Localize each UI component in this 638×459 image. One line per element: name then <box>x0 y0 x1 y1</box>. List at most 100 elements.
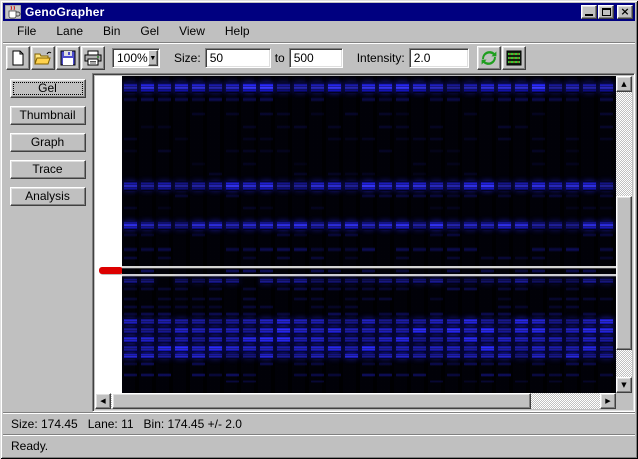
gel-band <box>464 380 477 383</box>
sidebar-button-thumbnail[interactable]: Thumbnail <box>10 106 86 125</box>
gel-band <box>362 194 375 198</box>
gel-band <box>243 312 256 316</box>
sidebar-button-trace[interactable]: Trace <box>10 160 86 179</box>
refresh-button[interactable] <box>477 46 501 70</box>
gel-band <box>192 112 205 116</box>
gel-band <box>396 181 409 191</box>
maximize-button[interactable] <box>598 5 614 19</box>
gel-band <box>515 318 528 325</box>
gel-band <box>532 162 545 166</box>
gel-band <box>294 327 307 334</box>
chevron-down-icon[interactable]: ▼ <box>148 50 158 66</box>
gel-band <box>396 278 409 284</box>
gel-band <box>498 181 511 191</box>
scroll-up-arrow-icon[interactable]: ▲ <box>616 76 632 92</box>
bin-ruler-strip[interactable] <box>95 76 122 393</box>
gel-band <box>294 278 307 284</box>
gel-band <box>175 297 188 301</box>
gel-band <box>396 82 409 93</box>
gel-band <box>379 362 392 366</box>
gel-band <box>498 362 511 366</box>
gel-band <box>600 181 613 191</box>
menu-file[interactable]: File <box>7 22 46 41</box>
gel-band <box>226 318 239 325</box>
gel-band <box>583 336 596 343</box>
size-to-field[interactable] <box>289 48 343 68</box>
bin-marker[interactable] <box>99 267 123 274</box>
menu-bin[interactable]: Bin <box>93 22 130 41</box>
gel-band <box>260 362 273 366</box>
status-bin: Bin: 174.45 +/- 2.0 <box>144 417 242 431</box>
gel-band <box>362 353 375 359</box>
gel-band <box>226 112 239 116</box>
menu-help[interactable]: Help <box>215 22 260 41</box>
gel-band <box>328 137 341 141</box>
sidebar-button-gel[interactable]: Gel <box>10 79 86 98</box>
gel-band <box>464 172 477 176</box>
gel-band <box>260 82 273 93</box>
new-document-button[interactable] <box>6 46 30 70</box>
gel-band <box>498 256 511 260</box>
gel-band <box>345 287 358 291</box>
gel-band <box>243 149 256 153</box>
horizontal-scrollbar-thumb[interactable] <box>112 393 531 409</box>
gel-band <box>192 297 205 301</box>
close-button[interactable]: × <box>617 5 633 19</box>
gel-band <box>430 181 443 191</box>
vertical-scrollbar[interactable]: ▲ ▼ <box>616 76 632 393</box>
print-button[interactable] <box>81 46 105 70</box>
gel-band <box>124 97 137 102</box>
scroll-down-arrow-icon[interactable]: ▼ <box>616 377 632 393</box>
gel-band <box>515 269 528 273</box>
gel-band <box>124 82 137 93</box>
gel-band <box>294 125 307 129</box>
scroll-left-arrow-icon[interactable]: ◀ <box>95 393 111 409</box>
gel-band <box>464 194 477 198</box>
gel-band <box>345 221 358 230</box>
gel-band <box>311 373 324 377</box>
sidebar-button-graph[interactable]: Graph <box>10 133 86 152</box>
gel-band <box>447 247 460 252</box>
gel-band <box>379 194 392 198</box>
size-from-field[interactable] <box>205 48 271 68</box>
gel-band <box>396 287 409 291</box>
gel-band <box>362 297 375 301</box>
open-file-button[interactable] <box>31 46 55 70</box>
gel-band <box>498 345 511 352</box>
gel-band <box>583 82 596 93</box>
sidebar-button-analysis[interactable]: Analysis <box>10 187 86 206</box>
gel-band <box>464 345 477 352</box>
menu-lane[interactable]: Lane <box>46 22 93 41</box>
gel-band <box>413 137 426 141</box>
scroll-right-arrow-icon[interactable]: ▶ <box>600 393 616 409</box>
zoom-select[interactable]: 100% ▼ <box>112 48 160 68</box>
gel-band <box>124 137 137 141</box>
intensity-field[interactable] <box>409 48 469 68</box>
gel-band <box>311 362 324 366</box>
menu-gel[interactable]: Gel <box>130 22 169 41</box>
gel-band <box>532 373 545 377</box>
menu-view[interactable]: View <box>169 22 215 41</box>
gel-band <box>260 112 273 116</box>
gel-band <box>328 125 341 129</box>
gel-band <box>158 149 171 153</box>
vertical-scrollbar-thumb[interactable] <box>616 196 632 350</box>
view-sidebar: Gel Thumbnail Graph Trace Analysis <box>3 73 92 412</box>
gel-band <box>209 336 222 343</box>
gel-band <box>362 269 375 273</box>
save-button[interactable] <box>56 46 80 70</box>
gel-band <box>124 287 137 291</box>
gel-band <box>379 82 392 93</box>
gel-band <box>498 297 511 301</box>
refresh-icon <box>480 50 498 66</box>
gel-image[interactable] <box>122 76 616 393</box>
gel-band <box>311 353 324 359</box>
rebin-gel-button[interactable] <box>502 46 526 70</box>
gel-band <box>141 233 154 237</box>
horizontal-scrollbar[interactable]: ◀ ▶ <box>95 393 616 409</box>
minimize-button[interactable] <box>581 5 597 19</box>
gel-band <box>209 353 222 359</box>
gel-band <box>430 327 443 334</box>
gel-band <box>549 181 562 191</box>
gel-band <box>566 278 579 284</box>
